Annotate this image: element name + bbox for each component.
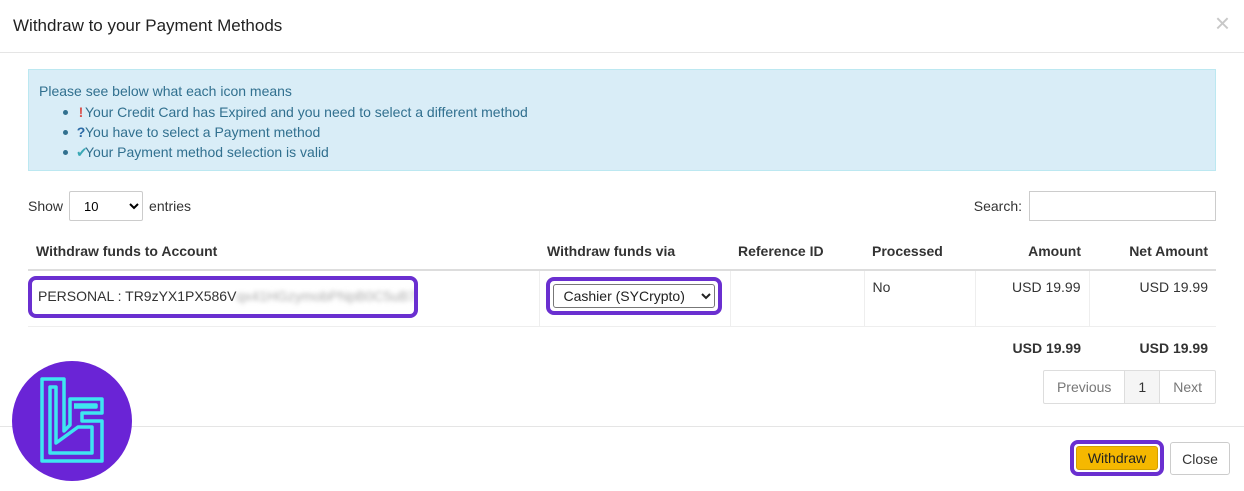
legend-item-expired: ! Your Credit Card has Expired and you n… [63, 102, 1205, 122]
pagination-previous[interactable]: Previous [1044, 371, 1124, 403]
legend-list: ! Your Credit Card has Expired and you n… [39, 102, 1205, 162]
col-header-via[interactable]: Withdraw funds via [539, 232, 730, 271]
account-cell: PERSONAL : TR9zYX1PX586Vqx41HGzymobPNpB0… [28, 269, 539, 327]
pagination-page[interactable]: 1 [1124, 371, 1160, 403]
net-amount-cell: USD 19.99 [1088, 269, 1216, 327]
entries-label: entries [149, 198, 192, 214]
exclamation-icon: ! [78, 104, 84, 120]
pagination-next[interactable]: Next [1159, 371, 1215, 403]
entries-select[interactable]: 10 [69, 191, 144, 221]
processed-cell: No [863, 269, 975, 327]
col-header-reference[interactable]: Reference ID [730, 232, 864, 271]
dialog-header: Withdraw to your Payment Methods × [0, 0, 1244, 53]
account-highlight: PERSONAL : TR9zYX1PX586Vqx41HGzymobPNpB0… [28, 276, 418, 318]
search-input[interactable] [1029, 191, 1216, 221]
show-label: Show [28, 198, 64, 214]
col-header-net-amount[interactable]: Net Amount [1089, 232, 1216, 271]
col-header-amount[interactable]: Amount [975, 232, 1089, 271]
col-header-processed[interactable]: Processed [864, 232, 975, 271]
close-button[interactable]: Close [1170, 442, 1230, 475]
amount-cell: USD 19.99 [974, 269, 1089, 327]
brand-logo-icon [40, 377, 104, 463]
withdraw-button[interactable]: Withdraw [1076, 446, 1158, 470]
account-value: PERSONAL : TR9zYX1PX586V [38, 288, 237, 304]
check-icon: ✔ [76, 144, 88, 160]
col-header-account[interactable]: Withdraw funds to Account [28, 232, 539, 271]
via-highlight: Cashier (SYCrypto) [545, 277, 722, 315]
footer-divider [0, 426, 1244, 427]
totals-row: USD 19.99 USD 19.99 [28, 326, 1216, 369]
via-cell: Cashier (SYCrypto) [538, 269, 730, 327]
total-net-amount: USD 19.99 [1089, 326, 1216, 369]
search-label: Search: [973, 198, 1022, 214]
entries-length-control: Show 10 entries [28, 191, 191, 221]
legend-item-valid: ✔ Your Payment method selection is valid [63, 142, 1205, 162]
withdraw-highlight: Withdraw [1070, 440, 1164, 476]
dialog-title: Withdraw to your Payment Methods [13, 16, 283, 35]
table-row: PERSONAL : TR9zYX1PX586Vqx41HGzymobPNpB0… [28, 269, 1216, 327]
pagination: Previous 1 Next [1042, 370, 1216, 404]
legend-intro: Please see below what each icon means [39, 83, 292, 99]
legend-item-text: Your Credit Card has Expired and you nee… [85, 104, 528, 120]
icon-legend-alert: Please see below what each icon means ! … [28, 69, 1216, 171]
legend-item-text: You have to select a Payment method [85, 124, 321, 140]
legend-item-select: ? You have to select a Payment method [63, 122, 1205, 142]
table-header-row: Withdraw funds to Account Withdraw funds… [28, 232, 1216, 271]
reference-cell [729, 269, 864, 327]
withdraw-table: Withdraw funds to Account Withdraw funds… [28, 232, 1216, 369]
question-icon: ? [76, 124, 86, 140]
legend-item-text: Your Payment method selection is valid [85, 144, 329, 160]
account-value-hidden: qx41HGzymobPNpB0C5uB7 [236, 288, 417, 304]
table-search: Search: [974, 191, 1216, 221]
brand-logo [12, 361, 132, 481]
total-amount: USD 19.99 [975, 326, 1089, 369]
close-icon[interactable]: × [1215, 10, 1230, 36]
payment-method-select[interactable]: Cashier (SYCrypto) [552, 284, 715, 308]
